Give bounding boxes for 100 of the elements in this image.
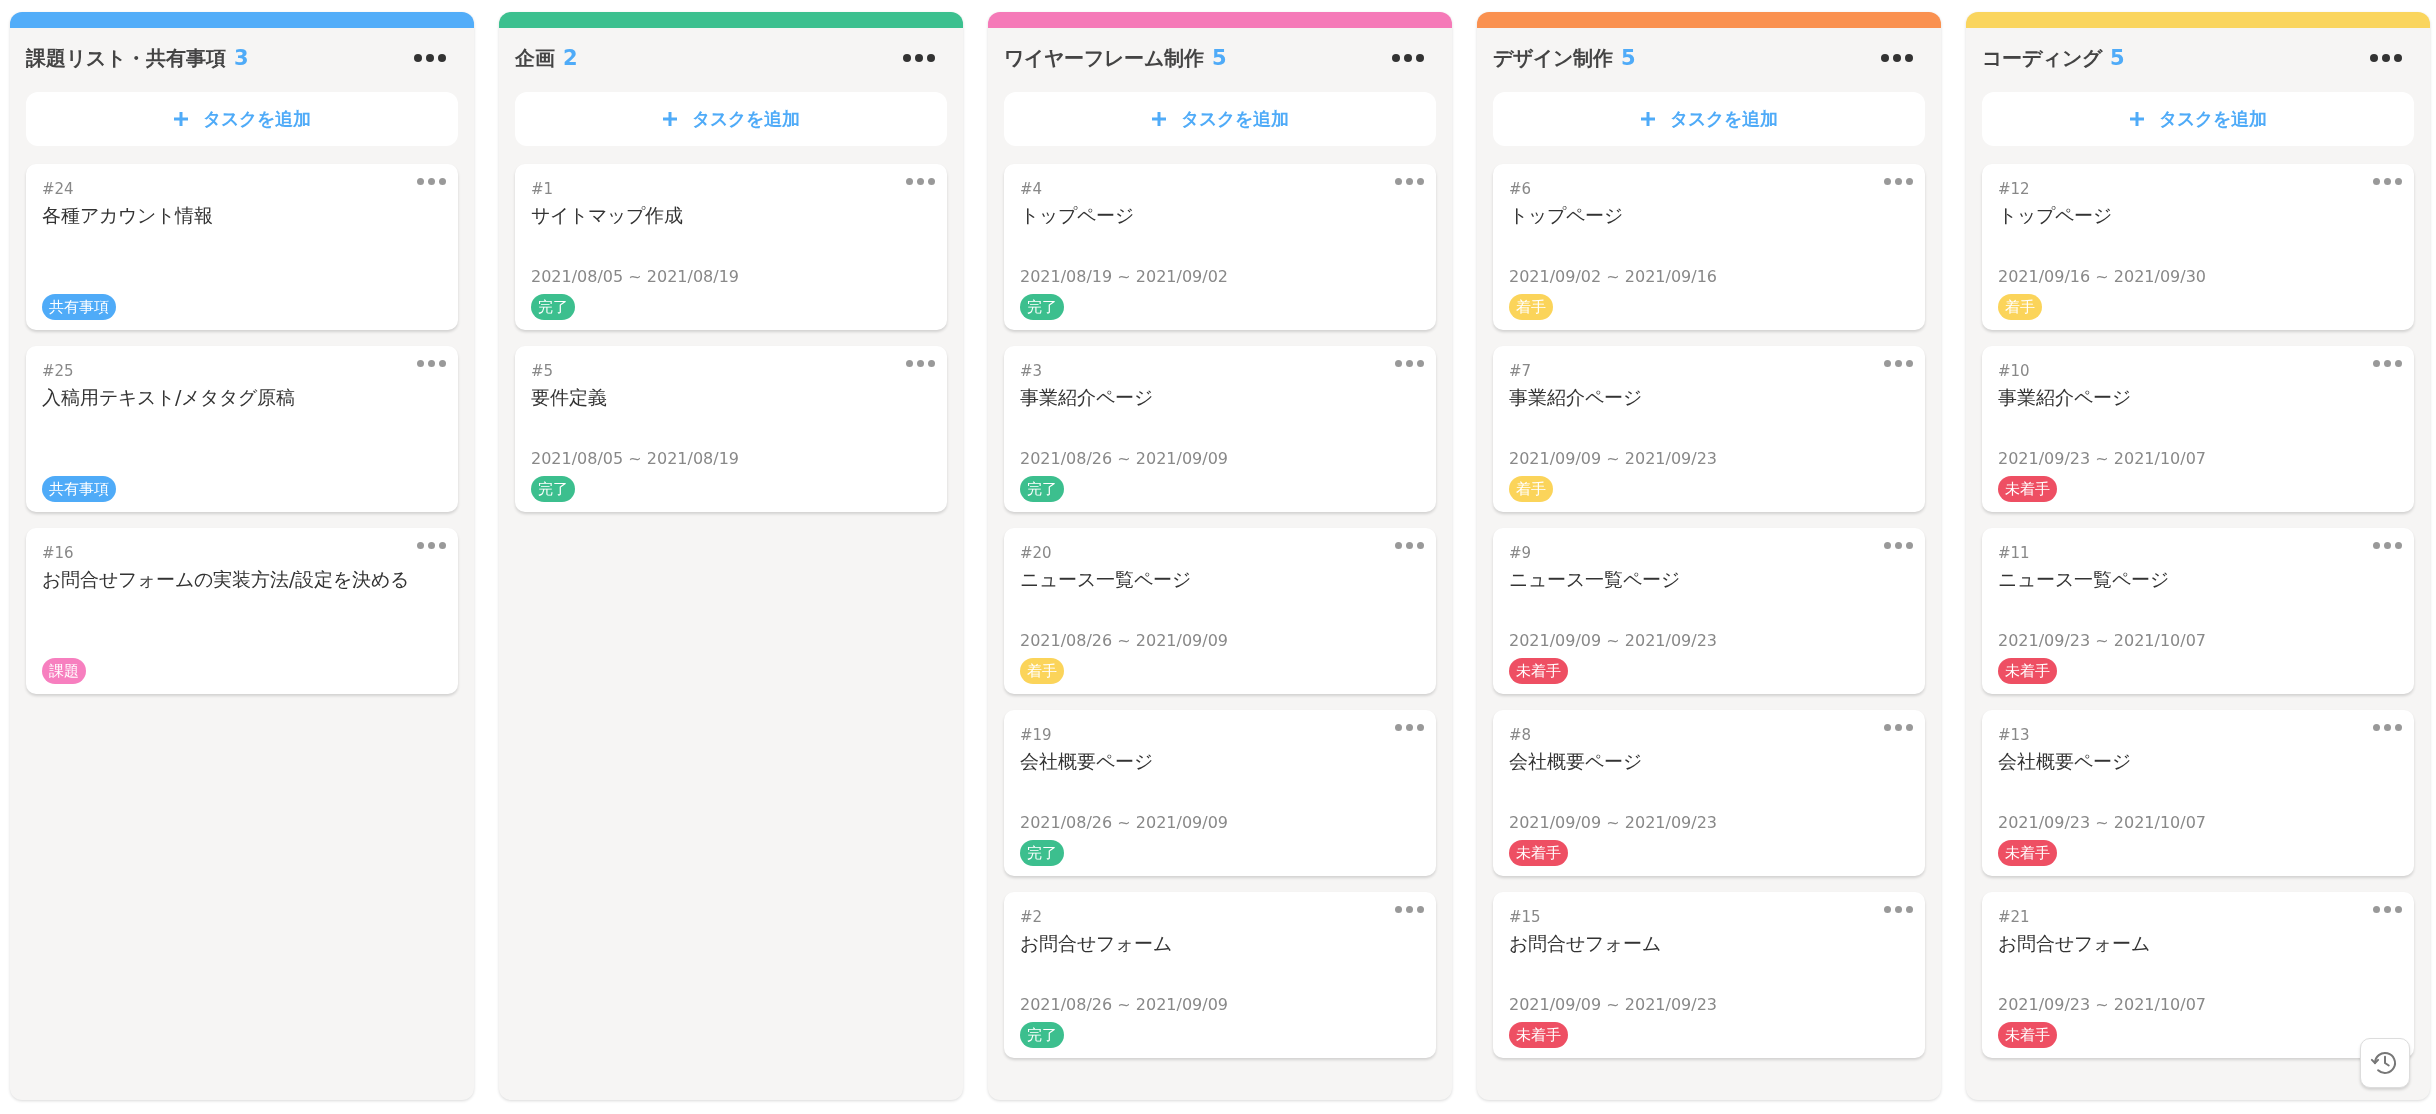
more-icon <box>1884 178 1913 185</box>
more-icon <box>1395 724 1424 731</box>
task-dates: 2021/09/23 ~ 2021/10/07 <box>1998 812 2206 832</box>
task-id: #4 <box>1020 180 1043 198</box>
task-card[interactable]: #5 要件定義 2021/08/05 ~ 2021/08/19 完了 <box>515 346 947 512</box>
task-dates: 2021/08/19 ~ 2021/09/02 <box>1020 266 1228 286</box>
column-menu-button[interactable] <box>2368 52 2404 64</box>
column-menu-button[interactable] <box>1879 52 1915 64</box>
task-title: トップページ <box>1998 203 2113 228</box>
task-title: お問合せフォーム <box>1509 931 1662 956</box>
task-card[interactable]: #8 会社概要ページ 2021/09/09 ~ 2021/09/23 未着手 <box>1493 710 1925 876</box>
card-menu-button[interactable] <box>1393 904 1426 915</box>
task-id: #12 <box>1998 180 2030 198</box>
more-icon <box>1392 54 1424 62</box>
task-count: 5 <box>1621 45 1636 70</box>
task-dates: 2021/09/09 ~ 2021/09/23 <box>1509 630 1717 650</box>
task-card[interactable]: #12 トップページ 2021/09/16 ~ 2021/09/30 着手 <box>1982 164 2414 330</box>
task-card[interactable]: #7 事業紹介ページ 2021/09/09 ~ 2021/09/23 着手 <box>1493 346 1925 512</box>
task-title: 事業紹介ページ <box>1509 385 1643 410</box>
status-tag: 未着手 <box>1509 657 1568 684</box>
more-icon <box>417 542 446 549</box>
card-menu-button[interactable] <box>2371 358 2404 369</box>
history-button[interactable] <box>2360 1038 2410 1088</box>
task-title: お問合せフォーム <box>1998 931 2151 956</box>
more-icon <box>906 360 935 367</box>
plus-icon <box>173 111 189 127</box>
card-menu-button[interactable] <box>415 540 448 551</box>
column-title: デザイン制作 <box>1493 44 1613 72</box>
card-menu-button[interactable] <box>2371 540 2404 551</box>
column-title: コーディング <box>1982 44 2102 72</box>
status-tag: 完了 <box>1020 475 1064 502</box>
more-icon <box>1884 542 1913 549</box>
task-card[interactable]: #25 入稿用テキスト/メタタグ原稿 共有事項 <box>26 346 458 512</box>
task-card[interactable]: #1 サイトマップ作成 2021/08/05 ~ 2021/08/19 完了 <box>515 164 947 330</box>
task-title: 要件定義 <box>531 385 608 410</box>
task-card[interactable]: #6 トップページ 2021/09/02 ~ 2021/09/16 着手 <box>1493 164 1925 330</box>
column-menu-button[interactable] <box>1390 52 1426 64</box>
more-icon <box>2373 178 2402 185</box>
more-icon <box>2373 724 2402 731</box>
task-card[interactable]: #15 お問合せフォーム 2021/09/09 ~ 2021/09/23 未着手 <box>1493 892 1925 1058</box>
card-menu-button[interactable] <box>2371 176 2404 187</box>
task-id: #5 <box>531 362 554 380</box>
card-menu-button[interactable] <box>1393 176 1426 187</box>
task-title: お問合せフォームの実装方法/設定を決める <box>42 567 411 592</box>
more-icon <box>1881 54 1913 62</box>
card-menu-button[interactable] <box>1882 358 1915 369</box>
task-card[interactable]: #3 事業紹介ページ 2021/08/26 ~ 2021/09/09 完了 <box>1004 346 1436 512</box>
card-menu-button[interactable] <box>415 176 448 187</box>
task-card[interactable]: #16 お問合せフォームの実装方法/設定を決める 課題 <box>26 528 458 694</box>
more-icon <box>417 178 446 185</box>
task-id: #10 <box>1998 362 2030 380</box>
column-title: 企画 <box>515 44 555 72</box>
task-card[interactable]: #10 事業紹介ページ 2021/09/23 ~ 2021/10/07 未着手 <box>1982 346 2414 512</box>
card-menu-button[interactable] <box>1882 904 1915 915</box>
card-menu-button[interactable] <box>904 358 937 369</box>
status-tag: 完了 <box>1020 293 1064 320</box>
task-card[interactable]: #13 会社概要ページ 2021/09/23 ~ 2021/10/07 未着手 <box>1982 710 2414 876</box>
card-menu-button[interactable] <box>904 176 937 187</box>
task-count: 3 <box>234 45 249 70</box>
task-card[interactable]: #19 会社概要ページ 2021/08/26 ~ 2021/09/09 完了 <box>1004 710 1436 876</box>
task-card[interactable]: #11 ニュース一覧ページ 2021/09/23 ~ 2021/10/07 未着手 <box>1982 528 2414 694</box>
task-id: #7 <box>1509 362 1532 380</box>
status-tag: 完了 <box>1020 1021 1064 1048</box>
more-icon <box>2370 54 2402 62</box>
task-card[interactable]: #24 各種アカウント情報 共有事項 <box>26 164 458 330</box>
more-icon <box>2373 360 2402 367</box>
more-icon <box>1395 178 1424 185</box>
task-card[interactable]: #9 ニュース一覧ページ 2021/09/09 ~ 2021/09/23 未着手 <box>1493 528 1925 694</box>
column-title: ワイヤーフレーム制作 <box>1004 44 1204 72</box>
more-icon <box>1884 360 1913 367</box>
status-tag: 完了 <box>531 293 575 320</box>
task-id: #6 <box>1509 180 1532 198</box>
card-menu-button[interactable] <box>1393 358 1426 369</box>
card-menu-button[interactable] <box>1882 722 1915 733</box>
more-icon <box>903 54 935 62</box>
task-card[interactable]: #21 お問合せフォーム 2021/09/23 ~ 2021/10/07 未着手 <box>1982 892 2414 1058</box>
status-tag: 着手 <box>1998 293 2042 320</box>
card-menu-button[interactable] <box>1882 540 1915 551</box>
card-menu-button[interactable] <box>415 358 448 369</box>
card-menu-button[interactable] <box>1393 540 1426 551</box>
column-menu-button[interactable] <box>901 52 937 64</box>
more-icon <box>1884 906 1913 913</box>
more-icon <box>414 54 446 62</box>
plus-icon <box>2129 111 2145 127</box>
task-id: #15 <box>1509 908 1541 926</box>
card-menu-button[interactable] <box>1393 722 1426 733</box>
task-title: トップページ <box>1020 203 1135 228</box>
status-tag: 未着手 <box>1509 1021 1568 1048</box>
task-card[interactable]: #2 お問合せフォーム 2021/08/26 ~ 2021/09/09 完了 <box>1004 892 1436 1058</box>
task-id: #13 <box>1998 726 2030 744</box>
task-id: #2 <box>1020 908 1043 926</box>
card-menu-button[interactable] <box>1882 176 1915 187</box>
card-menu-button[interactable] <box>2371 904 2404 915</box>
column-menu-button[interactable] <box>412 52 448 64</box>
task-card[interactable]: #20 ニュース一覧ページ 2021/08/26 ~ 2021/09/09 着手 <box>1004 528 1436 694</box>
more-icon <box>906 178 935 185</box>
more-icon <box>2373 542 2402 549</box>
task-id: #1 <box>531 180 554 198</box>
card-menu-button[interactable] <box>2371 722 2404 733</box>
task-card[interactable]: #4 トップページ 2021/08/19 ~ 2021/09/02 完了 <box>1004 164 1436 330</box>
